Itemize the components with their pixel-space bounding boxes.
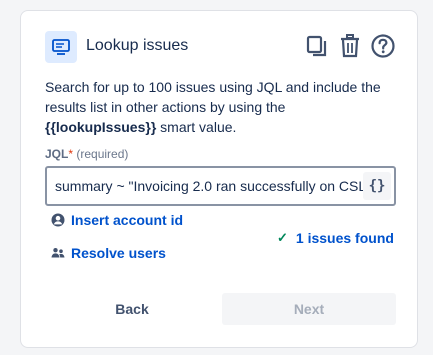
- copy-icon[interactable]: [305, 34, 329, 58]
- back-button[interactable]: Back: [63, 293, 201, 325]
- required-asterisk: *: [68, 147, 74, 161]
- issues-found-text: 1 issues found: [295, 230, 394, 246]
- card-header: Lookup issues: [45, 31, 395, 63]
- check-icon: ✓: [277, 230, 288, 245]
- jql-label: JQL* (required): [45, 147, 128, 161]
- jql-input-value[interactable]: summary ~ "Invoicing 2.0 ran successfull…: [55, 178, 365, 194]
- description-text: Search for up to 100 issues using JQL an…: [45, 77, 395, 137]
- insert-account-id-label: Insert account id: [71, 212, 184, 228]
- user-icon: [51, 213, 65, 227]
- next-button[interactable]: Next: [222, 293, 396, 325]
- lookup-issues-icon: [45, 31, 77, 63]
- jql-input[interactable]: summary ~ "Invoicing 2.0 ran successfull…: [45, 166, 396, 206]
- jql-label-text: JQL: [45, 147, 69, 161]
- lookup-issues-card: Lookup issues Search for up to 100 issue…: [20, 10, 418, 348]
- resolve-users-link[interactable]: Resolve users: [51, 245, 166, 261]
- header-actions: [305, 34, 395, 58]
- card-title: Lookup issues: [86, 37, 189, 54]
- description-outro: smart value.: [156, 119, 237, 135]
- delete-icon[interactable]: [338, 34, 362, 58]
- issues-found-status: ✓ 1 issues found: [277, 230, 394, 246]
- users-icon: [51, 248, 65, 258]
- smart-value-name: {{lookupIssues}}: [45, 119, 157, 135]
- smart-value-button[interactable]: {}: [363, 172, 391, 200]
- required-text: (required): [76, 147, 129, 161]
- resolve-users-label: Resolve users: [71, 245, 166, 261]
- help-icon[interactable]: [371, 34, 395, 58]
- insert-account-id-link[interactable]: Insert account id: [51, 212, 183, 228]
- description-intro: Search for up to 100 issues using JQL an…: [45, 79, 381, 115]
